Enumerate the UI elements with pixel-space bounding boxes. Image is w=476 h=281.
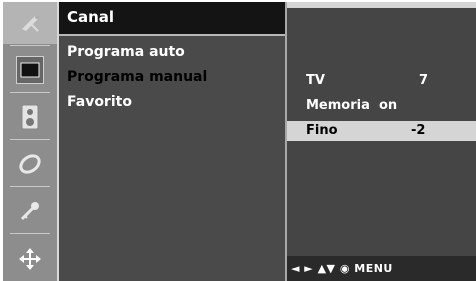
setting-row-tv[interactable]: TV 7 — [287, 71, 476, 91]
menu-item-auto-program[interactable]: Programa auto — [67, 44, 185, 60]
setting-row-memory[interactable]: Memoria on — [287, 96, 476, 116]
setting-value: on — [379, 98, 398, 113]
sidebar-item-lock[interactable] — [3, 190, 57, 232]
navigation-hint-bar: ◄ ► ▲▼ ◉ MENU — [287, 256, 476, 281]
manual-program-panel: TV 7 Memoria on Fino -2 ◄ ► ▲▼ ◉ MENU — [287, 2, 476, 281]
channel-menu: Canal Programa auto Programa manual Favo… — [59, 2, 285, 281]
setting-label: TV — [306, 73, 325, 88]
menu-title: Canal — [59, 2, 285, 36]
setting-value: 7 — [419, 73, 429, 88]
clock-icon — [17, 151, 43, 177]
input-arrows-icon — [17, 246, 43, 272]
satellite-dish-icon — [17, 10, 43, 36]
setting-row-fine[interactable]: Fino -2 — [287, 121, 476, 141]
setting-value: -2 — [411, 123, 426, 138]
menu-item-favorite[interactable]: Favorito — [67, 94, 132, 110]
setting-label: Memoria — [306, 98, 370, 113]
picture-icon — [16, 56, 44, 84]
sidebar-item-input[interactable] — [3, 238, 57, 280]
speaker-icon — [17, 104, 43, 130]
sidebar-item-sound[interactable] — [3, 96, 57, 138]
sidebar-item-picture[interactable] — [3, 49, 57, 91]
setting-label: Fino — [306, 123, 338, 138]
key-icon — [17, 198, 43, 224]
sidebar-item-channel[interactable] — [3, 2, 57, 44]
panel-header-bar — [287, 2, 476, 8]
tv-osd-screen: Canal Programa auto Programa manual Favo… — [3, 2, 476, 281]
menu-item-manual-program[interactable]: Programa manual — [67, 69, 207, 85]
sidebar-item-time[interactable] — [3, 143, 57, 185]
category-sidebar — [3, 2, 59, 281]
